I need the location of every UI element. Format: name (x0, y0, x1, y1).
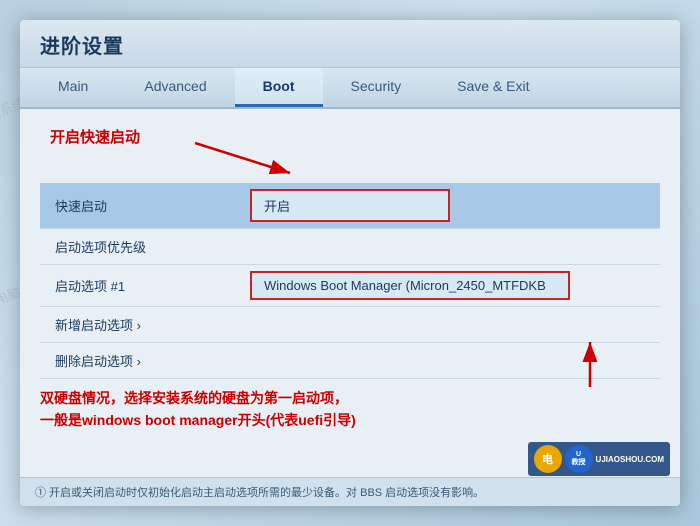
add-boot-option-row[interactable]: 新增启动选项 › (40, 307, 660, 343)
boot-option-priority-label: 启动选项优先级 (40, 229, 240, 264)
info-bar-text: ① 开启或关闭启动时仅初始化启动主启动选项所需的最少设备。对 BBS 启动选项没… (35, 487, 484, 499)
fast-boot-value-container: 开启 (240, 183, 660, 228)
delete-boot-option-row[interactable]: 删除启动选项 › (40, 343, 660, 379)
tab-security[interactable]: Security (323, 68, 430, 107)
tab-save-exit[interactable]: Save & Exit (429, 68, 557, 107)
add-boot-chevron: › (137, 318, 141, 333)
bottom-annotation-line2: 一般是windows boot manager开头(代表uefi引导) (40, 409, 660, 431)
window-title: 进阶设置 (40, 30, 660, 59)
info-bar: ① 开启或关闭启动时仅初始化启动主启动选项所需的最少设备。对 BBS 启动选项没… (20, 477, 680, 506)
tab-advanced[interactable]: Advanced (116, 68, 234, 107)
fast-boot-value-box[interactable]: 开启 (250, 189, 450, 222)
tab-boot[interactable]: Boot (235, 68, 323, 107)
badge-circle-center: U教授 (565, 445, 593, 473)
boot-option-priority-row[interactable]: 启动选项优先级 (40, 229, 660, 265)
boot-option-priority-value (240, 241, 660, 253)
add-boot-option-label: 新增启动选项 › (40, 307, 240, 342)
fast-boot-label: 快速启动 (40, 188, 240, 223)
settings-list: 快速启动 开启 启动选项优先级 启动选项 #1 Windows Boot Man… (40, 183, 660, 379)
boot-option-1-row[interactable]: 启动选项 #1 Windows Boot Manager (Micron_245… (40, 265, 660, 307)
corner-badge-area: 电 U教授 UJIAOSHOU.COM (528, 442, 670, 476)
boot-option-1-label: 启动选项 #1 (40, 268, 240, 303)
content-area: 开启快速启动 快速启动 开启 启动选项优 (20, 109, 680, 442)
boot-option-1-value-box[interactable]: Windows Boot Manager (Micron_2450_MTFDKB (250, 271, 570, 300)
bottom-annotation-text: 双硬盘情况，选择安装系统的硬盘为第一启动项， 一般是windows boot m… (40, 387, 660, 432)
delete-boot-option-label: 删除启动选项 › (40, 343, 240, 378)
tab-bar: Main Advanced Boot Security Save & Exit (20, 68, 680, 109)
title-bar: 进阶设置 (20, 20, 680, 68)
delete-boot-chevron: › (137, 354, 141, 369)
badge-site-label: UJIAOSHOU.COM (596, 455, 664, 464)
bottom-annotation-line1: 双硬盘情况，选择安装系统的硬盘为第一启动项， (40, 387, 660, 409)
top-annotation-area: 开启快速启动 (40, 121, 660, 181)
top-annotation-label: 开启快速启动 (50, 126, 140, 147)
badge-circle-left: 电 (534, 445, 562, 473)
bottom-annotation-area: 双硬盘情况，选择安装系统的硬盘为第一启动项， 一般是windows boot m… (40, 387, 660, 432)
bios-window: 进阶设置 Main Advanced Boot Security Save & … (20, 20, 680, 506)
boot-option-1-value-container: Windows Boot Manager (Micron_2450_MTFDKB (240, 265, 660, 306)
fast-boot-row[interactable]: 快速启动 开启 (40, 183, 660, 229)
tab-main[interactable]: Main (30, 68, 116, 107)
